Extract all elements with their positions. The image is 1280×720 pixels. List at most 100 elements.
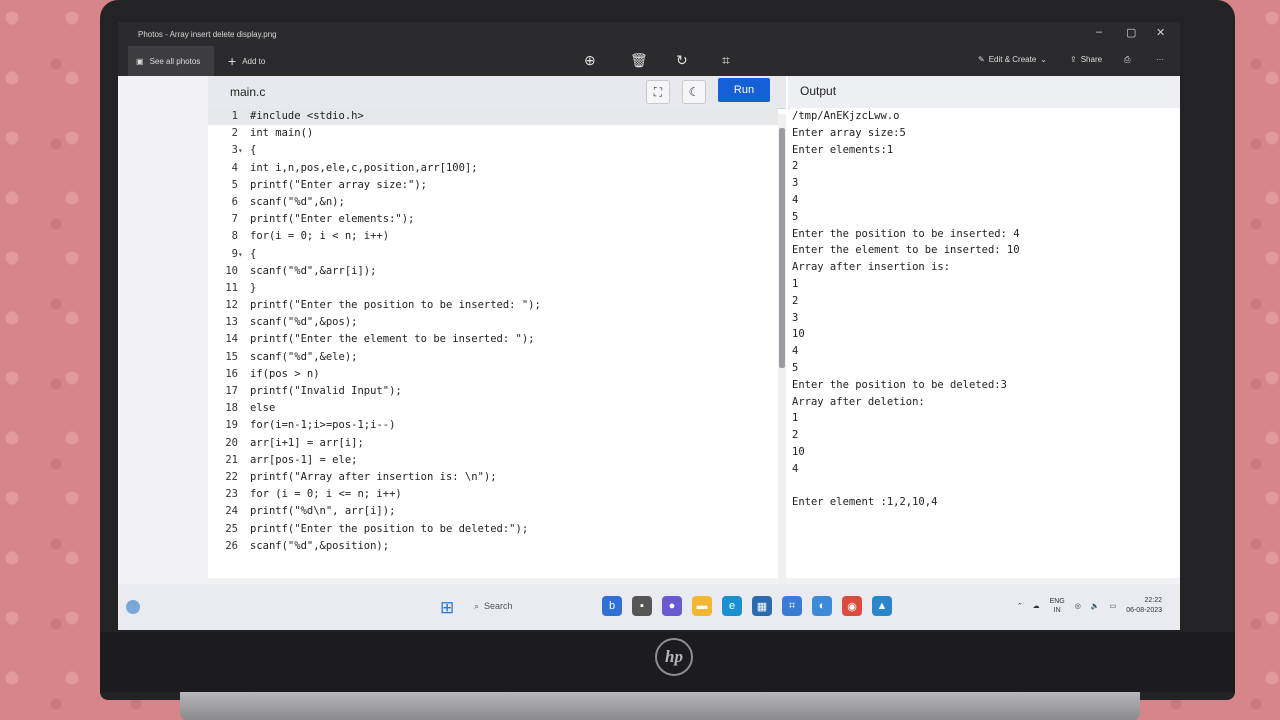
store-icon[interactable]: ▦ <box>752 596 772 616</box>
network-icon[interactable]: ◎ <box>1075 602 1081 610</box>
code-line[interactable]: 19 for(i=n-1;i>=pos-1;i--) <box>208 417 778 434</box>
output-header: Output <box>788 76 1180 109</box>
screen-snip-icon[interactable]: ⌗ <box>782 596 802 616</box>
teams-chat-icon[interactable]: ● <box>662 596 682 616</box>
see-all-photos-button[interactable]: ▣ See all photos <box>128 46 214 76</box>
chrome-icon[interactable]: ◉ <box>842 596 862 616</box>
app-icon[interactable]: ◐ <box>812 596 832 616</box>
output-line: Enter array size:5 <box>792 126 906 139</box>
run-button[interactable]: Run <box>718 78 770 102</box>
cloud-icon[interactable]: ☁ <box>1033 602 1040 610</box>
file-explorer-icon[interactable]: ▬ <box>692 596 712 616</box>
photos-icon[interactable]: ▲ <box>872 596 892 616</box>
maximize-button[interactable]: ▢ <box>1126 26 1136 39</box>
code-line[interactable]: 13 scanf("%d",&pos); <box>208 314 778 331</box>
code-line[interactable]: 17 printf("Invalid Input"); <box>208 383 778 400</box>
copilot-icon[interactable]: b <box>602 596 622 616</box>
code-line[interactable]: 15 scanf("%d",&ele); <box>208 349 778 366</box>
code-text: #include <stdio.h> <box>250 110 364 122</box>
code-line[interactable]: 5 printf("Enter array size:"); <box>208 177 778 194</box>
print-icon[interactable]: ⎙ <box>1124 55 1130 65</box>
code-line[interactable]: 7 printf("Enter elements:"); <box>208 211 778 228</box>
code-text: arr[i+1] = arr[i]; <box>250 436 364 449</box>
code-line[interactable]: 16 if(pos > n) <box>208 366 778 383</box>
delete-icon[interactable]: 🗑 <box>630 52 648 69</box>
fullscreen-icon[interactable]: ⛶ <box>646 80 670 104</box>
windows-start-icon[interactable]: ⊞ <box>440 598 454 618</box>
code-text: for(i=n-1;i>=pos-1;i--) <box>250 419 396 432</box>
line-number: 3 <box>231 144 238 157</box>
code-text: { <box>250 247 257 260</box>
task-view-icon[interactable]: ▪ <box>632 596 652 616</box>
fold-toggle-icon[interactable]: ▾ <box>238 142 250 159</box>
editor-scrollbar[interactable] <box>778 114 786 584</box>
line-number: 23 <box>225 488 238 501</box>
add-to-label: Add to <box>242 56 266 66</box>
code-line[interactable]: 20 arr[i+1] = arr[i]; <box>208 435 778 452</box>
search-icon: ⌕ <box>474 600 480 611</box>
rotate-icon[interactable]: ↻ <box>676 52 688 69</box>
code-line[interactable]: 9▾{ <box>208 246 778 263</box>
output-line: 10 <box>792 445 805 458</box>
clock[interactable]: 22:22 06-08-2023 <box>1126 596 1162 616</box>
code-line[interactable]: 18 else <box>208 400 778 417</box>
output-line: 5 <box>792 361 799 374</box>
line-number: 8 <box>231 230 238 243</box>
code-editor[interactable]: 1 #include <stdio.h> 2 int main() 3▾{4 int i,… <box>208 108 778 578</box>
output-line: 2 <box>792 294 799 307</box>
zoom-in-icon[interactable]: ⊕ <box>584 52 596 69</box>
code-line[interactable]: 3▾{ <box>208 142 778 159</box>
code-line[interactable]: 14 printf("Enter the element to be insert… <box>208 331 778 348</box>
code-line[interactable]: 12 printf("Enter the position to be inser… <box>208 297 778 314</box>
chevron-up-icon[interactable]: ⌃ <box>1017 602 1023 610</box>
code-text: printf("Enter elements:"); <box>250 213 415 226</box>
output-line: 4 <box>792 193 799 206</box>
volume-icon[interactable]: 🔈 <box>1091 602 1100 610</box>
code-line[interactable]: 4 int i,n,pos,ele,c,position,arr[100]; <box>208 160 778 177</box>
close-button[interactable]: ✕ <box>1156 26 1165 39</box>
share-icon: ⇪ <box>1070 55 1077 64</box>
code-text: scanf("%d",&n); <box>250 195 345 208</box>
scrollbar-thumb[interactable] <box>779 128 785 368</box>
output-line: 2 <box>792 160 799 173</box>
line-number: 22 <box>225 470 238 483</box>
code-line[interactable]: 6 scanf("%d",&n); <box>208 194 778 211</box>
code-line[interactable]: 10 scanf("%d",&arr[i]); <box>208 263 778 280</box>
code-line[interactable]: 1 #include <stdio.h> <box>208 108 778 126</box>
code-line[interactable]: 22 printf("Array after insertion is: \n")… <box>208 469 778 486</box>
line-number: 2 <box>231 127 238 140</box>
fold-toggle-icon[interactable]: ▾ <box>238 246 250 263</box>
code-line[interactable]: 11} <box>208 280 778 297</box>
output-title: Output <box>800 84 837 98</box>
code-line[interactable]: 24 printf("%d\n", arr[i]); <box>208 503 778 520</box>
code-line[interactable]: 8 for(i = 0; i < n; i++) <box>208 228 778 245</box>
line-number: 11 <box>225 281 238 294</box>
line-number: 6 <box>231 195 238 208</box>
battery-icon[interactable]: ▭ <box>1110 602 1117 610</box>
photos-titlebar: Photos - Array insert delete display.png… <box>118 22 1180 46</box>
code-line[interactable]: 26 scanf("%d",&position); <box>208 538 778 555</box>
code-line[interactable]: 25 printf("Enter the position to be delet… <box>208 521 778 538</box>
add-to-button[interactable]: + Add to <box>228 46 265 76</box>
taskbar-apps: b ▪ ● ▬ e ▦ ⌗ ◐ ◉ ▲ <box>602 596 892 616</box>
taskbar-search[interactable]: ⌕ Search <box>474 597 584 615</box>
share-button[interactable]: ⇪ Share <box>1070 55 1102 64</box>
language-indicator[interactable]: ENG IN <box>1050 597 1065 615</box>
tab-main-c[interactable]: main.c <box>230 85 265 99</box>
output-line: 3 <box>792 311 799 324</box>
code-text: scanf("%d",&arr[i]); <box>250 264 377 277</box>
code-line[interactable]: 2 int main() <box>208 125 778 142</box>
code-text: for(i = 0; i < n; i++) <box>250 230 390 243</box>
minimize-button[interactable]: – <box>1096 26 1102 38</box>
edit-create-button[interactable]: ✎ Edit & Create ⌄ <box>978 55 1047 64</box>
output-line: /tmp/AnEKjzcLww.o <box>792 110 900 122</box>
more-button[interactable]: ··· <box>1156 55 1164 64</box>
edge-icon[interactable]: e <box>722 596 742 616</box>
dark-mode-icon[interactable]: ☾ <box>682 80 706 104</box>
code-line[interactable]: 21 arr[pos-1] = ele; <box>208 452 778 469</box>
line-number: 4 <box>231 161 238 174</box>
code-line[interactable]: 23 for (i = 0; i <= n; i++) <box>208 486 778 503</box>
weather-widget-icon[interactable] <box>126 600 140 614</box>
chevron-down-icon: ⌄ <box>1040 55 1047 64</box>
crop-icon[interactable]: ⌗ <box>722 52 730 69</box>
